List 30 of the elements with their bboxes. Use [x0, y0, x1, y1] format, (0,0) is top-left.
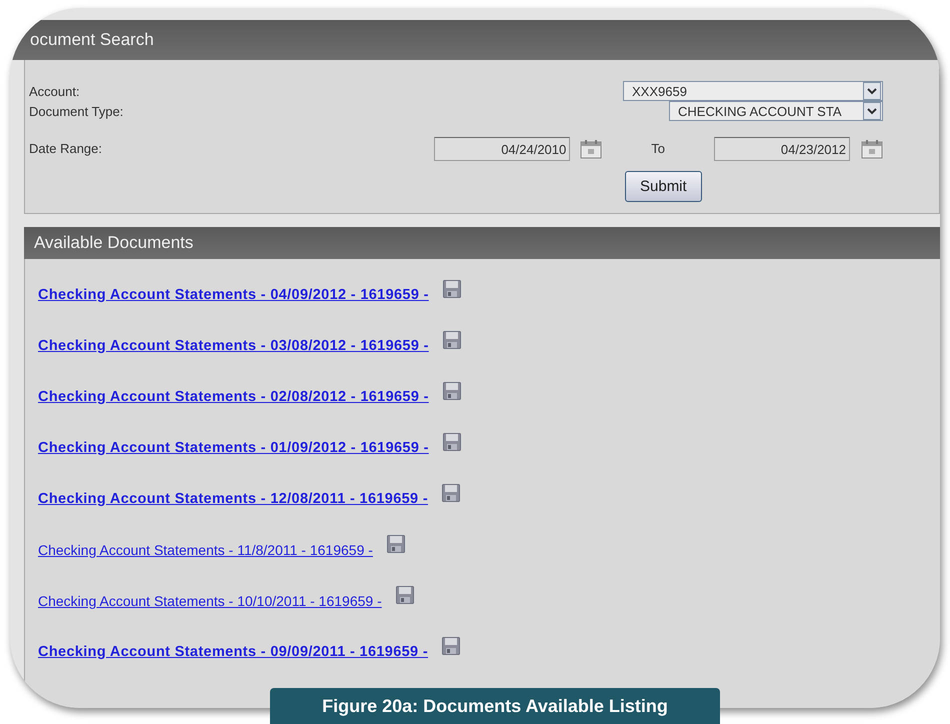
date-input[interactable]: 04/24/2010: [434, 136, 570, 160]
document-link[interactable]: Checking Account Statements - 04/09/2012 - 1619659 -: [38, 286, 429, 302]
field-label: Date Range:: [28, 141, 103, 156]
document-link[interactable]: Checking Account Statements - 02/08/2012 - 1619659 -: [38, 388, 429, 404]
save-icon[interactable]: [442, 432, 461, 450]
figure-caption: Figure 20a: Documents Available Listing: [270, 688, 720, 724]
calendar-icon[interactable]: [580, 138, 602, 158]
panel-title: ocument Search: [30, 30, 154, 50]
document-link[interactable]: Checking Account Statements - 11/8/2011 - 1619659 -: [38, 542, 373, 558]
dropdown-field[interactable]: CHECKING ACCOUNT STA: [669, 101, 883, 121]
document-link[interactable]: Checking Account Statements - 01/09/2012 - 1619659 -: [38, 440, 429, 456]
save-icon[interactable]: [442, 636, 460, 654]
save-icon[interactable]: [442, 280, 461, 298]
submit-button[interactable]: Submit: [625, 171, 702, 202]
field-label: Account:: [28, 84, 81, 98]
dropdown-field[interactable]: XXX9659: [623, 81, 883, 101]
document-link[interactable]: Checking Account Statements - 03/08/2012 - 1619659 -: [38, 338, 429, 354]
calendar-icon[interactable]: [861, 138, 883, 158]
document-link[interactable]: Checking Account Statements - 12/08/2011 - 1619659 -: [38, 490, 428, 506]
document-link[interactable]: Checking Account Statements - 10/10/2011 - 1619659 -: [38, 592, 382, 608]
date-input[interactable]: 04/23/2012: [714, 136, 850, 160]
save-icon[interactable]: [386, 534, 405, 552]
to-label: To: [651, 141, 665, 156]
section-title: Available Documents: [34, 233, 194, 253]
save-icon[interactable]: [396, 586, 414, 604]
save-icon[interactable]: [442, 484, 460, 502]
field-label: Document Type:: [28, 104, 124, 118]
document-link[interactable]: Checking Account Statements - 09/09/2011 - 1619659 -: [38, 644, 428, 660]
save-icon[interactable]: [442, 330, 461, 348]
save-icon[interactable]: [442, 382, 461, 400]
